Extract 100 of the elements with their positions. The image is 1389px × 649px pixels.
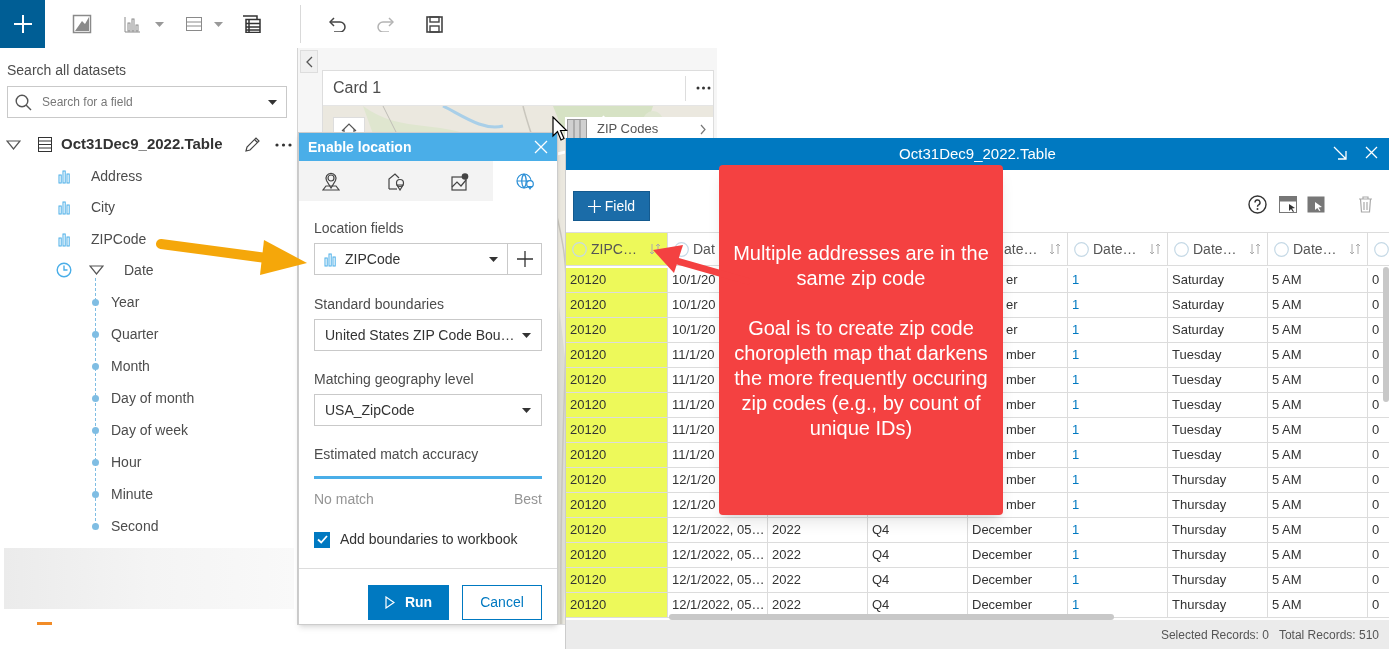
table-cell-text: 1	[1071, 546, 1080, 565]
table-cell-text: er	[1006, 296, 1018, 315]
table-cell-text: 20120	[569, 271, 607, 290]
table-cell-text: 10/1/20	[671, 321, 716, 340]
table-cell-text: 20120	[569, 521, 607, 540]
table-cell-text: 0	[1371, 421, 1380, 440]
table-cell-text: 1	[1071, 346, 1080, 365]
table-cell-text: 12/1/2022, 05…	[671, 571, 765, 590]
table-cell-text: 12/1/20	[671, 471, 716, 490]
table-cell-text: December	[971, 546, 1032, 565]
table-cell-text: 20120	[569, 446, 607, 465]
field-label: Matching geography level	[314, 371, 474, 387]
table-cell-text: 5 AM	[1271, 546, 1302, 565]
table-cell-text: 0	[1371, 446, 1380, 465]
scale-label: Best	[514, 491, 542, 507]
table-cell-text: 5 AM	[1271, 346, 1302, 365]
table-cell-text: 20120	[569, 396, 607, 415]
table-cell-text: 5 AM	[1271, 271, 1302, 290]
table-cell-text: 1	[1071, 571, 1080, 590]
table-cell-text: 5 AM	[1271, 396, 1302, 415]
table-cell-text: December	[971, 521, 1032, 540]
table-cell-text: 0	[1371, 396, 1380, 415]
table-cell-text: 0	[1371, 471, 1380, 490]
table-cell-text: 0	[1371, 546, 1380, 565]
table-cell-text: 5 AM	[1271, 371, 1302, 390]
table-cell-text: 0	[1371, 321, 1380, 340]
table-cell-text: 11/1/20	[671, 421, 715, 440]
table-cell-text: 20120	[569, 371, 607, 390]
table-cell-text: 12/1/20	[671, 496, 716, 515]
table-cell-text: Tuesday	[1171, 446, 1222, 465]
table-cell-text: 11/1/20	[671, 346, 715, 365]
table-cell-text: 1	[1071, 446, 1080, 465]
table-cell-text: 0	[1371, 271, 1380, 290]
selected-records-label: Selected Records: 0	[1160, 626, 1269, 644]
table-cell-text: Saturday	[1171, 296, 1225, 315]
table-cell-text: 0	[1371, 346, 1380, 365]
table-cell-text: Saturday	[1171, 321, 1225, 340]
table-cell-text: Tuesday	[1171, 346, 1222, 365]
table-cell-text: Thursday	[1171, 546, 1227, 565]
table-cell-text: 20120	[569, 496, 607, 515]
table-cell-text: 0	[1371, 371, 1380, 390]
table-cell-text: 2022	[771, 571, 801, 590]
table-cell-text: 1	[1071, 321, 1080, 340]
table-cell-text: 5 AM	[1271, 321, 1302, 340]
table-cell-text: Q4	[871, 521, 890, 540]
table-cell-text: 5 AM	[1271, 521, 1302, 540]
table-cell-text: 11/1/20	[671, 396, 715, 415]
table-cell-text: 1	[1071, 396, 1080, 415]
table-cell-text: 12/1/2022, 05…	[671, 521, 765, 540]
table-cell-text: 1	[1071, 296, 1080, 315]
table-cell-text: 1	[1071, 271, 1080, 290]
table-cell-text: 11/1/20	[671, 446, 715, 465]
table-cell-text: 20120	[569, 346, 607, 365]
search-label: Search all datasets	[7, 62, 127, 78]
table-cell-text: 1	[1071, 371, 1080, 390]
table-cell-text: 0	[1371, 521, 1380, 540]
table-cell-text: 2022	[771, 521, 801, 540]
field-label: Location fields	[314, 220, 404, 236]
table-cell-text: mber	[1006, 371, 1036, 390]
table-cell-text: 1	[1071, 496, 1080, 515]
table-cell-text: 20120	[569, 471, 607, 490]
table-cell-text: mber	[1006, 446, 1036, 465]
table-cell-text: 5 AM	[1271, 446, 1302, 465]
table-cell-text: Thursday	[1171, 521, 1227, 540]
table-cell-text: Thursday	[1171, 471, 1227, 490]
table-cell-text: 1	[1071, 521, 1080, 540]
table-cell-text: 20120	[569, 296, 607, 315]
table-cell-text: 5 AM	[1271, 571, 1302, 590]
window-title: Oct31Dec9_2022.Table	[899, 143, 1056, 164]
table-cell-text: 0	[1371, 571, 1380, 590]
table-cell-text: 11/1/20	[671, 371, 715, 390]
table-cell-text: 10/1/20	[671, 296, 716, 315]
table-cell-text: 12/1/2022, 05…	[671, 546, 765, 565]
legend-label: ZIP Codes	[597, 120, 659, 139]
table-cell-text: Saturday	[1171, 271, 1225, 290]
table-cell-text: mber	[1006, 346, 1036, 365]
table-cell-text: 0	[1371, 496, 1380, 515]
table-cell-text: Thursday	[1171, 571, 1227, 590]
table-cell-text: mber	[1006, 496, 1036, 515]
table-cell-text: 1	[1071, 471, 1080, 490]
table-cell-text: December	[971, 571, 1032, 590]
table-cell-text: 0	[1371, 296, 1380, 315]
callout-text: Goal is to create zip code choropleth map that darkens the more frequently occuring zip codes (e.g., by count of unique IDs)	[733, 316, 989, 441]
field-label: Estimated match accuracy	[314, 446, 479, 462]
table-cell-text: Tuesday	[1171, 371, 1222, 390]
callout-text: Multiple addresses are in the same zip code	[732, 241, 990, 291]
table-cell-text: Tuesday	[1171, 396, 1222, 415]
table-cell-text: 20120	[569, 321, 607, 340]
total-records-label: Total Records: 510	[1278, 626, 1379, 644]
table-cell-text: Thursday	[1171, 496, 1227, 515]
table-cell-text: Q4	[871, 571, 890, 590]
table-cell-text: 5 AM	[1271, 471, 1302, 490]
table-cell-text: 2022	[771, 546, 801, 565]
table-cell-text: 5 AM	[1271, 296, 1302, 315]
table-cell-text: Tuesday	[1171, 421, 1222, 440]
table-cell-text: 1	[1071, 421, 1080, 440]
table-cell-text: 5 AM	[1271, 496, 1302, 515]
scale-label: No match	[314, 491, 374, 507]
table-cell-text: 20120	[569, 546, 607, 565]
table-cell-text: mber	[1006, 471, 1036, 490]
